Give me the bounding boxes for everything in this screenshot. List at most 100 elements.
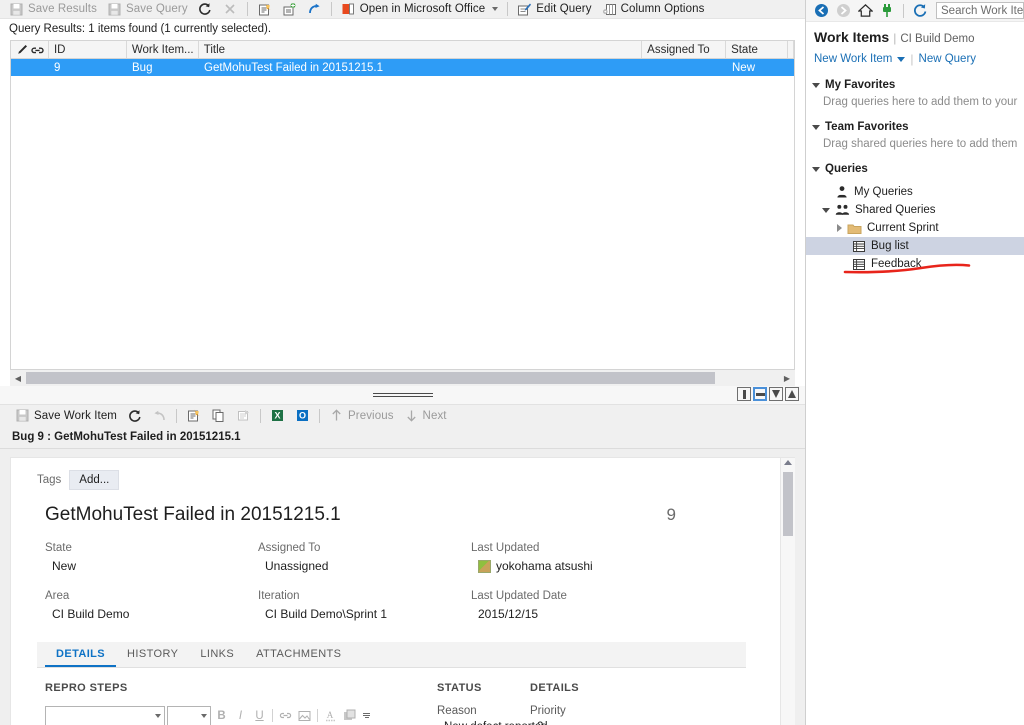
refresh-work-item-button[interactable] [122,407,147,425]
grid-header-state[interactable]: State [726,41,788,58]
new-linked-work-item-button-2[interactable] [181,407,206,425]
redo-button[interactable] [302,0,327,18]
refresh-button[interactable] [193,0,218,18]
image-button[interactable] [296,707,313,724]
field-area-value[interactable]: CI Build Demo [45,607,258,621]
grid-header-title[interactable]: Title [199,41,643,58]
grid-header-tags[interactable]: Ta [788,41,794,58]
bold-button[interactable]: B [213,707,230,724]
chevron-down-icon[interactable] [897,56,906,62]
team-favorites-hint: Drag shared queries here to add them [823,138,1018,150]
cancel-button[interactable] [218,0,243,18]
link-button[interactable] [277,707,294,724]
undo-button[interactable] [147,407,172,425]
field-area-label: Area [45,590,70,602]
font-size-select[interactable] [167,705,211,725]
tab-attachments[interactable]: ATTACHMENTS [245,642,352,667]
open-in-microsoft-office-button[interactable]: Open in Microsoft Office [336,0,504,18]
scroll-thumb[interactable] [783,472,793,536]
section-my-favorites[interactable]: My Favorites [806,74,1024,93]
chevron-down-icon [155,713,161,718]
tags-row: Tags Add... [11,458,780,490]
priority-value[interactable]: 2 [530,721,650,725]
chevron-down-icon [812,82,820,88]
italic-button[interactable]: I [232,707,249,724]
add-tag-button[interactable]: Add... [69,470,120,490]
status-heading: STATUS [437,682,482,694]
work-item-title[interactable]: GetMohuTest Failed in 20151215.1 [45,504,667,526]
field-state-value[interactable]: New [45,559,258,573]
column-options-button[interactable]: Column Options [597,0,710,18]
tree-item-current-sprint[interactable]: Current Sprint [806,219,1024,237]
work-item-vertical-scrollbar[interactable] [781,457,795,725]
query-grid-icon [851,239,866,254]
field-state-label: State [45,542,72,554]
section-team-favorites[interactable]: Team Favorites [806,116,1024,135]
grid-header-id[interactable]: ID [49,41,127,58]
tab-links[interactable]: LINKS [189,642,245,667]
refresh-team-explorer-button[interactable] [910,1,930,21]
grid-header-work-item-type[interactable]: Work Item... [127,41,199,58]
tree-item-shared-queries[interactable]: Shared Queries [806,201,1024,219]
tab-history[interactable]: HISTORY [116,642,189,667]
open-in-outlook-button[interactable]: O [290,407,315,425]
layout-bottom-button[interactable] [753,387,767,401]
scroll-thumb[interactable] [26,372,715,384]
tree-item-my-queries[interactable]: My Queries [806,183,1024,201]
chevron-down-icon[interactable] [492,7,499,11]
font-color-button[interactable]: A [322,707,339,724]
reason-value[interactable]: New defect reported [437,721,548,725]
section-my-favorites-label: My Favorites [825,79,896,91]
section-queries[interactable]: Queries [806,158,1024,177]
open-in-excel-button[interactable]: X [265,407,290,425]
save-results-button[interactable]: Save Results [4,0,102,18]
tree-item-feedback[interactable]: Feedback [806,255,1024,273]
edit-query-button[interactable]: Edit Query [512,0,596,18]
grid-header-assigned-to[interactable]: Assigned To [642,41,727,58]
row-assigned-to [643,59,727,76]
results-horizontal-scrollbar[interactable]: ◀ ▶ [10,370,795,386]
pane-splitter[interactable] [0,386,805,404]
tree-item-bug-list[interactable]: Bug list [806,237,1024,255]
splitter-grip[interactable] [372,393,433,397]
work-item-id: 9 [666,505,676,524]
scroll-track[interactable] [26,371,779,385]
rte-overflow-icon[interactable] [363,713,370,718]
work-item-field-grid: State New Area CI Build Demo Assigned To… [11,526,780,638]
html-source-button[interactable] [341,707,358,724]
layout-split-button[interactable] [769,387,783,401]
home-icon [857,3,873,18]
font-family-select[interactable] [45,705,165,725]
work-item-form-container: Tags Add... GetMohuTest Failed in 201512… [0,449,805,725]
row-work-item-type: Bug [132,61,153,74]
row-title: GetMohuTest Failed in 20151215.1 [204,61,384,74]
home-button[interactable] [855,1,875,21]
layout-none-button[interactable] [785,387,799,401]
next-button[interactable]: Next [399,407,452,425]
field-assigned-to-value[interactable]: Unassigned [258,559,471,573]
save-query-button[interactable]: Save Query [102,0,193,18]
link-to-button[interactable] [277,0,302,18]
field-iteration-value[interactable]: CI Build Demo\Sprint 1 [258,607,471,621]
underline-button[interactable]: U [251,707,268,724]
tab-details[interactable]: DETAILS [45,642,117,667]
new-linked-work-item-button[interactable] [252,0,277,18]
save-work-item-button[interactable]: Save Work Item [10,407,122,425]
copy-button[interactable] [206,407,231,425]
back-button[interactable] [811,1,831,21]
create-copy-button[interactable] [231,407,256,425]
new-work-item-link[interactable]: New Work Item [814,53,892,65]
previous-button[interactable]: Previous [324,407,399,425]
layout-right-button[interactable] [737,387,751,401]
search-work-items-input[interactable]: Search Work Item [936,2,1024,19]
scroll-right-arrow-icon[interactable]: ▶ [779,370,795,386]
forward-button[interactable] [833,1,853,21]
scroll-left-arrow-icon[interactable]: ◀ [10,370,26,386]
new-query-link[interactable]: New Query [919,53,977,65]
scroll-up-arrow-icon[interactable] [784,460,792,465]
redo-arrow-icon [307,2,322,17]
table-row[interactable]: 9 Bug GetMohuTest Failed in 20151215.1 N… [11,59,794,76]
connect-button[interactable] [877,1,897,21]
chevron-down-icon[interactable] [822,207,830,213]
chevron-right-icon[interactable] [837,224,842,232]
